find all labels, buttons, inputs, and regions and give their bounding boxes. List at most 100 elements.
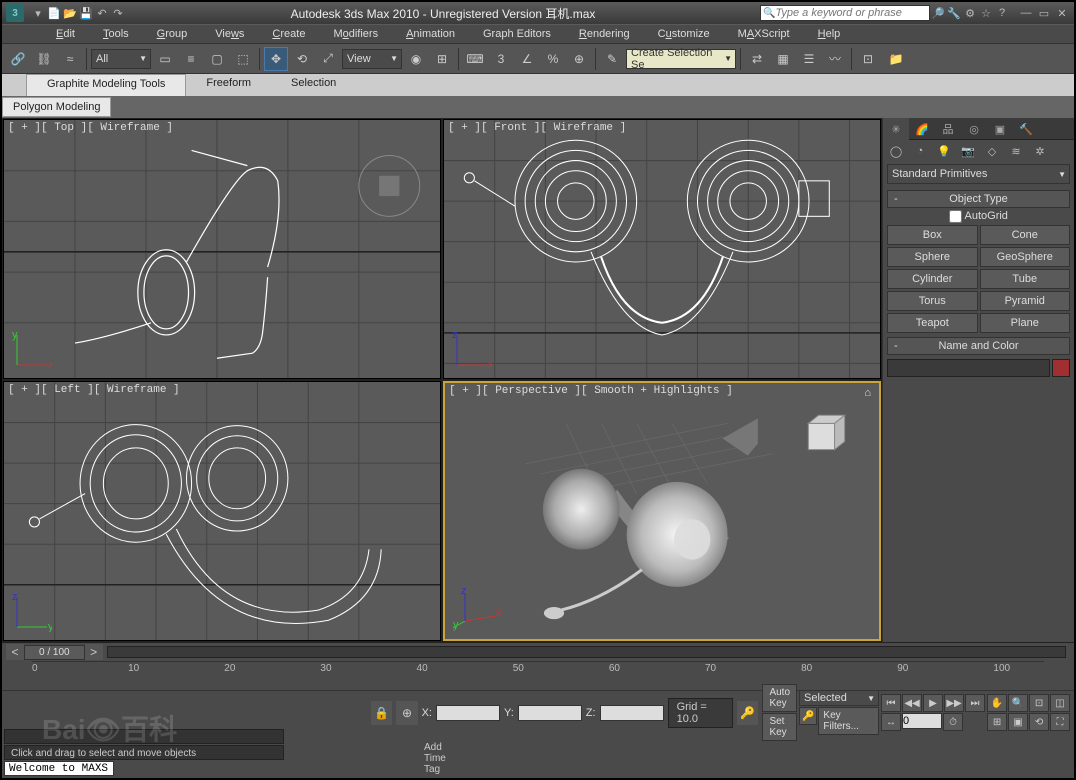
object-name-input[interactable] — [887, 359, 1050, 377]
menu-rendering[interactable]: Rendering — [565, 26, 644, 42]
spacewarps-icon[interactable]: ≋ — [1005, 142, 1027, 160]
select-name-icon[interactable]: ≡ — [179, 47, 203, 71]
primitive-teapot[interactable]: Teapot — [887, 313, 978, 333]
menu-edit[interactable]: Edit — [42, 26, 89, 42]
material-editor-icon[interactable]: 📁 — [882, 47, 910, 71]
geometry-icon[interactable]: ◯ — [885, 142, 907, 160]
schematic-icon[interactable]: ⊡ — [856, 47, 880, 71]
helpers-icon[interactable]: ◇ — [981, 142, 1003, 160]
time-next-icon[interactable]: > — [85, 644, 103, 660]
primitive-torus[interactable]: Torus — [887, 291, 978, 311]
shapes-icon[interactable]: ◔ — [909, 142, 931, 160]
add-time-tag[interactable]: Add Time Tag — [424, 742, 446, 775]
primitive-tube[interactable]: Tube — [980, 269, 1071, 289]
menu-help[interactable]: Help — [804, 26, 855, 42]
undo-icon[interactable]: ↶ — [94, 5, 110, 21]
transform-type-icon[interactable]: ⊕ — [396, 701, 417, 725]
nav-zoomall-icon[interactable]: ⊡ — [1029, 694, 1049, 712]
lights-icon[interactable]: 💡 — [933, 142, 955, 160]
primitive-geosphere[interactable]: GeoSphere — [980, 247, 1071, 267]
edit-named-sel-icon[interactable]: ✎ — [600, 47, 624, 71]
selection-filter-dropdown[interactable]: All — [91, 49, 151, 69]
object-color-swatch[interactable] — [1052, 359, 1070, 377]
menu-grapheditors[interactable]: Graph Editors — [469, 26, 565, 42]
viewport-top[interactable]: [ + ][ Top ][ Wireframe ] xy — [3, 119, 441, 379]
star-icon[interactable]: ☆ — [978, 5, 994, 21]
menu-modifiers[interactable]: Modifiers — [319, 26, 392, 42]
ribbon-tab-selection[interactable]: Selection — [271, 74, 356, 96]
viewport-perspective[interactable]: [ + ][ Perspective ][ Smooth + Highlight… — [443, 381, 881, 641]
layers-icon[interactable]: ☰ — [797, 47, 821, 71]
select-region-icon[interactable]: ▢ — [205, 47, 229, 71]
nav-zoomext-icon[interactable]: ⊞ — [987, 713, 1007, 731]
viewport-left[interactable]: [ + ][ Left ][ Wireframe ] yz — [3, 381, 441, 641]
keyboard-shortcut-icon[interactable]: ⌨ — [463, 47, 487, 71]
snap-icon[interactable]: 3 — [489, 47, 513, 71]
setkey-button[interactable]: Set Key — [762, 713, 797, 741]
new-icon[interactable]: 📄 — [46, 5, 62, 21]
minimize-button[interactable]: — — [1018, 5, 1034, 21]
nav-maximize-icon[interactable]: ⛶ — [1050, 713, 1070, 731]
percent-snap-icon[interactable]: % — [541, 47, 565, 71]
ribbon-tab-freeform[interactable]: Freeform — [186, 74, 271, 96]
category-dropdown[interactable]: Standard Primitives — [887, 164, 1070, 184]
nav-orbit-icon[interactable]: ⟲ — [1029, 713, 1049, 731]
help-search[interactable]: 🔍 — [760, 5, 930, 21]
select-scale-icon[interactable]: ⤢ — [316, 47, 340, 71]
primitive-cone[interactable]: Cone — [980, 225, 1071, 245]
prev-frame-icon[interactable]: ◀◀ — [902, 694, 922, 712]
menu-customize[interactable]: Customize — [644, 26, 724, 42]
primitive-cylinder[interactable]: Cylinder — [887, 269, 978, 289]
help-search-input[interactable] — [775, 7, 927, 19]
time-slider-track[interactable] — [107, 646, 1066, 658]
ribbon-tab-graphite[interactable]: Graphite Modeling Tools — [26, 74, 186, 96]
y-input[interactable] — [518, 705, 582, 721]
primitive-sphere[interactable]: Sphere — [887, 247, 978, 267]
menu-animation[interactable]: Animation — [392, 26, 469, 42]
rollout-object-type[interactable]: -Object Type — [887, 190, 1070, 208]
goto-start-icon[interactable]: ⏮ — [881, 694, 901, 712]
curve-editor-icon[interactable]: 〰 — [823, 47, 847, 71]
nav-zoom-icon[interactable]: 🔍 — [1008, 694, 1028, 712]
panel-tab-hierarchy[interactable]: 品 — [935, 118, 961, 140]
app-menu-icon[interactable]: ▾ — [30, 5, 46, 21]
save-icon[interactable]: 💾 — [78, 5, 94, 21]
select-manipulate-icon[interactable]: ⊞ — [430, 47, 454, 71]
bind-icon[interactable]: ≈ — [58, 47, 82, 71]
menu-maxscript[interactable]: MAXScript — [724, 26, 804, 42]
menu-tools[interactable]: Tools — [89, 26, 143, 42]
keyfilters-button[interactable]: Key Filters... — [818, 707, 879, 735]
link-icon[interactable]: 🔗 — [6, 47, 30, 71]
menu-group[interactable]: Group — [143, 26, 202, 42]
close-button[interactable]: ✕ — [1054, 5, 1070, 21]
binoculars-icon[interactable]: 🔎 — [930, 5, 946, 21]
goto-end-icon[interactable]: ⏭ — [965, 694, 985, 712]
nav-pan-icon[interactable]: ✋ — [987, 694, 1007, 712]
refcoord-dropdown[interactable]: View — [342, 49, 402, 69]
rollout-name-color[interactable]: -Name and Color — [887, 337, 1070, 355]
select-object-icon[interactable]: ▭ — [153, 47, 177, 71]
app-logo[interactable]: 3 — [6, 4, 24, 22]
maximize-button[interactable]: ▭ — [1036, 5, 1052, 21]
time-ruler[interactable]: 0102030405060708090100 — [32, 661, 1044, 679]
align-icon[interactable]: ▦ — [771, 47, 795, 71]
use-center-icon[interactable]: ◉ — [404, 47, 428, 71]
redo-icon[interactable]: ↷ — [110, 5, 126, 21]
time-config-icon[interactable]: ⏱ — [943, 713, 963, 731]
unlink-icon[interactable]: ⛓ — [32, 47, 56, 71]
panel-tab-display[interactable]: ▣ — [987, 118, 1013, 140]
current-frame-input[interactable] — [902, 713, 942, 729]
primitive-plane[interactable]: Plane — [980, 313, 1071, 333]
config-icon[interactable]: 🔧 — [946, 5, 962, 21]
cameras-icon[interactable]: 📷 — [957, 142, 979, 160]
panel-tab-modify[interactable]: 🌈 — [909, 118, 935, 140]
window-crossing-icon[interactable]: ⬚ — [231, 47, 255, 71]
primitive-pyramid[interactable]: Pyramid — [980, 291, 1071, 311]
lock-selection-icon[interactable]: 🔒 — [371, 701, 392, 725]
play-icon[interactable]: ▶ — [923, 694, 943, 712]
open-icon[interactable]: 📂 — [62, 5, 78, 21]
view-icon[interactable]: ⚙ — [962, 5, 978, 21]
systems-icon[interactable]: ✲ — [1029, 142, 1051, 160]
viewport-front[interactable]: [ + ][ Front ][ Wireframe ] xz — [443, 119, 881, 379]
z-input[interactable] — [600, 705, 664, 721]
